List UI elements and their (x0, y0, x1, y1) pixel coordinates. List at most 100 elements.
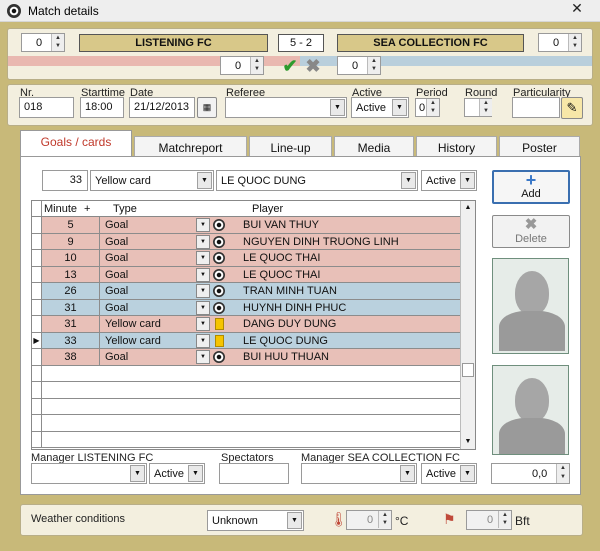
table-row[interactable]: 31 Goal ▼ HUYNH DINH PHUC (32, 299, 460, 316)
player-cell[interactable]: NGUYEN DINH TRUONG LINH (243, 236, 399, 248)
type-cell[interactable]: Goal (105, 236, 128, 248)
row-indicator[interactable] (32, 398, 42, 414)
table-row[interactable]: 5 Goal ▼ BUI VAN THUY (32, 217, 460, 234)
table-row[interactable]: 13 Goal ▼ LE QUOC THAI (32, 266, 460, 283)
player-cell[interactable]: BUI HUU THUAN (243, 351, 329, 363)
up-arrow-icon[interactable]: ▲ (480, 99, 492, 107)
tab-goals-cards[interactable]: Goals / cards (20, 130, 132, 156)
header-minute[interactable]: Minute (44, 203, 77, 215)
row-indicator[interactable] (32, 365, 42, 381)
row-indicator[interactable] (32, 316, 42, 332)
spin-arrows[interactable]: ▲ ▼ (479, 99, 492, 116)
chevron-down-icon[interactable]: ▼ (196, 333, 210, 348)
empty-table-row[interactable] (32, 415, 460, 432)
delete-button[interactable]: ✖ Delete (492, 215, 570, 248)
spin-arrows[interactable]: ▲ ▼ (378, 511, 391, 528)
row-indicator[interactable] (32, 431, 42, 447)
entry-minute-field[interactable]: 33 (42, 170, 88, 191)
down-arrow-icon[interactable]: ▼ (499, 519, 511, 527)
up-arrow-icon[interactable]: ▲ (52, 34, 64, 42)
player-cell[interactable]: LE QUOC THAI (243, 269, 320, 281)
empty-table-row[interactable] (32, 365, 460, 382)
row-indicator[interactable] (32, 382, 42, 398)
chevron-down-icon[interactable]: ▼ (287, 512, 302, 529)
chevron-down-icon[interactable]: ▼ (196, 317, 210, 331)
spin-arrows[interactable]: ▲ ▼ (250, 57, 263, 74)
down-arrow-icon[interactable]: ▼ (251, 65, 263, 73)
spin-arrows[interactable]: ▲ ▼ (367, 57, 380, 74)
empty-table-row[interactable] (32, 398, 460, 415)
spin-arrows[interactable]: ▲ ▼ (568, 34, 581, 51)
up-arrow-icon[interactable]: ▲ (499, 511, 511, 519)
starttime-field[interactable]: 18:00 (80, 97, 124, 118)
nr-field[interactable]: 018 (19, 97, 74, 118)
table-row[interactable]: 26 Goal ▼ TRAN MINH TUAN (32, 283, 460, 300)
chevron-down-icon[interactable]: ▼ (400, 465, 415, 482)
home-extra-spin[interactable]: 0 ▲ ▼ (220, 56, 264, 75)
table-row[interactable]: 9 Goal ▼ NGUYEN DINH TRUONG LINH (32, 233, 460, 250)
player-cell[interactable]: DANG DUY DUNG (243, 318, 336, 330)
grid-vertical-scrollbar[interactable]: ▲ ▼ (460, 201, 475, 449)
up-arrow-icon[interactable]: ▲ (251, 57, 263, 65)
spectators-field[interactable] (219, 463, 289, 484)
manager-away-status-dropdown[interactable]: Active ▼ (421, 463, 477, 484)
table-row[interactable]: ▶ 33 Yellow card ▼ LE QUOC DUNG (32, 332, 460, 349)
table-row[interactable]: 10 Goal ▼ LE QUOC THAI (32, 250, 460, 267)
minute-cell[interactable]: 5 (42, 217, 100, 233)
minute-cell[interactable]: 31 (42, 299, 100, 315)
add-button[interactable]: + Add (492, 170, 570, 204)
type-cell[interactable]: Yellow card (105, 335, 161, 347)
chevron-down-icon[interactable]: ▼ (130, 465, 145, 482)
entry-status-dropdown[interactable]: Active ▼ (421, 170, 477, 191)
player-cell[interactable]: TRAN MINH TUAN (243, 285, 337, 297)
weather-condition-dropdown[interactable]: Unknown ▼ (207, 510, 304, 531)
spin-arrows[interactable]: ▲ ▼ (51, 34, 64, 51)
type-cell[interactable]: Goal (105, 219, 128, 231)
row-indicator[interactable]: ▶ (32, 332, 42, 348)
header-plus[interactable]: + (84, 203, 90, 215)
rating-spin[interactable]: 0,0 ▲ ▼ (491, 463, 570, 484)
events-grid[interactable]: Minute + Type Player 5 Goal ▼ BUI VAN THUY 9… (31, 200, 476, 450)
pencil-icon[interactable]: ✎ (561, 97, 583, 119)
row-indicator[interactable] (32, 250, 42, 266)
cancel-x-icon[interactable]: ✖ (303, 57, 323, 77)
confirm-check-icon[interactable]: ✔ (280, 57, 300, 77)
up-arrow-icon[interactable]: ▲ (368, 57, 380, 65)
spin-arrows[interactable]: ▲ ▼ (498, 511, 511, 528)
entry-type-dropdown[interactable]: Yellow card ▼ (90, 170, 214, 191)
chevron-down-icon[interactable]: ▼ (188, 465, 203, 482)
minute-cell[interactable]: 33 (42, 332, 100, 348)
type-cell[interactable]: Goal (105, 285, 128, 297)
type-cell[interactable]: Yellow card (105, 318, 161, 330)
home-spin-field[interactable]: 0 ▲ ▼ (21, 33, 65, 52)
chevron-down-icon[interactable]: ▼ (401, 172, 416, 189)
scroll-thumb[interactable] (462, 363, 474, 377)
row-indicator[interactable] (32, 266, 42, 282)
minute-cell[interactable]: 10 (42, 250, 100, 266)
down-arrow-icon[interactable]: ▼ (480, 107, 492, 115)
chevron-down-icon[interactable]: ▼ (460, 465, 475, 482)
type-cell[interactable]: Goal (105, 351, 128, 363)
away-extra-spin[interactable]: 0 ▲ ▼ (337, 56, 381, 75)
table-row[interactable]: 38 Goal ▼ BUI HUU THUAN (32, 349, 460, 366)
date-field[interactable]: 21/12/2013 (129, 97, 195, 118)
down-arrow-icon[interactable]: ▼ (427, 107, 439, 115)
down-arrow-icon[interactable]: ▼ (557, 473, 569, 482)
type-cell[interactable]: Goal (105, 269, 128, 281)
particularity-field[interactable] (512, 97, 560, 118)
wind-spin[interactable]: 0 ▲ ▼ (466, 510, 512, 530)
type-cell[interactable]: Goal (105, 252, 128, 264)
down-arrow-icon[interactable]: ▼ (368, 65, 380, 73)
chevron-down-icon[interactable]: ▼ (196, 300, 210, 315)
chevron-down-icon[interactable]: ▼ (196, 284, 210, 298)
empty-table-row[interactable] (32, 431, 460, 448)
chevron-down-icon[interactable]: ▼ (197, 172, 212, 189)
minute-cell[interactable]: 31 (42, 316, 100, 332)
close-button[interactable]: ✕ (556, 0, 598, 18)
minute-cell[interactable]: 9 (42, 233, 100, 249)
table-row[interactable]: 31 Yellow card ▼ DANG DUY DUNG (32, 316, 460, 333)
spin-arrows[interactable]: ▲ ▼ (556, 464, 569, 483)
header-type[interactable]: Type (113, 203, 137, 215)
down-arrow-icon[interactable]: ▼ (52, 42, 64, 50)
chevron-down-icon[interactable]: ▼ (196, 218, 210, 232)
